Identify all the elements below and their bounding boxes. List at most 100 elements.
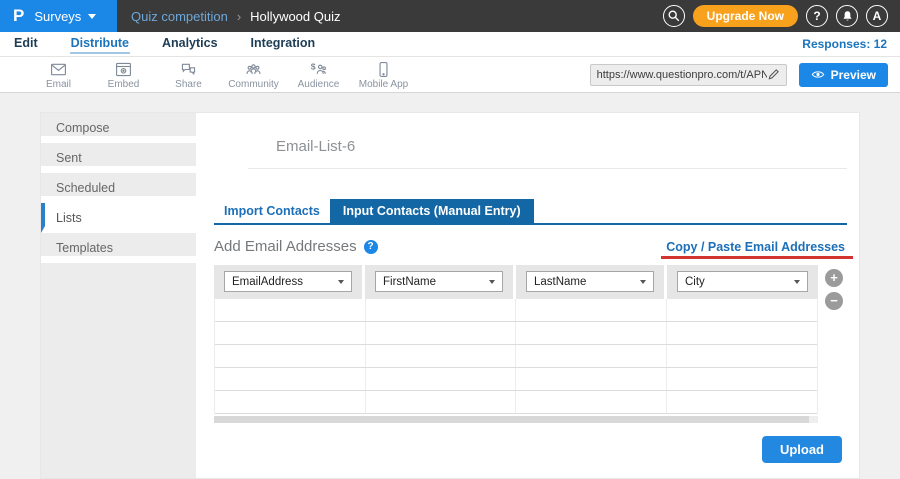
surveys-menu-label: Surveys bbox=[34, 9, 81, 24]
tab-input-contacts-manual-entry[interactable]: Input Contacts (Manual Entry) bbox=[330, 199, 534, 223]
responses-count[interactable]: Responses: 12 bbox=[802, 37, 887, 51]
table-row bbox=[215, 368, 817, 391]
table-cell[interactable] bbox=[516, 322, 667, 344]
search-icon[interactable] bbox=[663, 5, 685, 27]
table-cell[interactable] bbox=[366, 299, 517, 321]
table-cell[interactable] bbox=[366, 368, 517, 390]
add-emails-section-header: Add Email Addresses ? Copy / Paste Email… bbox=[214, 237, 847, 256]
scrollbar-thumb[interactable] bbox=[214, 416, 809, 423]
sidebar-item-lists[interactable]: Lists bbox=[41, 203, 196, 233]
toolbar-item-label: Embed bbox=[108, 79, 140, 90]
upgrade-now-button[interactable]: Upgrade Now bbox=[693, 5, 798, 27]
contacts-table-body bbox=[214, 299, 818, 414]
select-caret-icon bbox=[640, 280, 646, 284]
selected-option: City bbox=[685, 276, 705, 288]
sidebar-item-sent[interactable]: Sent bbox=[41, 143, 196, 173]
table-row bbox=[215, 345, 817, 368]
nav-item-distribute[interactable]: Distribute bbox=[70, 34, 130, 54]
table-cell[interactable] bbox=[667, 299, 818, 321]
table-cell[interactable] bbox=[516, 391, 667, 413]
email-sidebar: Compose Sent Scheduled Lists Templates bbox=[41, 113, 196, 478]
contacts-table: EmailAddress FirstName bbox=[214, 265, 818, 423]
preview-button-label: Preview bbox=[831, 68, 876, 82]
copy-paste-email-addresses-link[interactable]: Copy / Paste Email Addresses bbox=[666, 240, 845, 254]
mobile-app-icon bbox=[373, 60, 394, 79]
page-title: Email-List-6 bbox=[248, 138, 847, 155]
table-cell[interactable] bbox=[366, 322, 517, 344]
distribute-toolbar: Email Embed Share Community $ Audience M… bbox=[0, 57, 900, 93]
toolbar-item-email[interactable]: Email bbox=[26, 60, 91, 90]
table-cell[interactable] bbox=[667, 322, 818, 344]
search-glyph bbox=[667, 9, 681, 23]
table-cell[interactable] bbox=[215, 368, 366, 390]
toolbar-item-share[interactable]: Share bbox=[156, 60, 221, 90]
surveys-menu[interactable]: P Surveys bbox=[0, 0, 117, 32]
notifications-bell-icon[interactable] bbox=[836, 5, 858, 27]
preview-button[interactable]: Preview bbox=[799, 63, 888, 87]
add-row-button[interactable]: + bbox=[825, 269, 843, 287]
table-cell[interactable] bbox=[516, 299, 667, 321]
table-cell[interactable] bbox=[215, 299, 366, 321]
page-body: Compose Sent Scheduled Lists Templates E… bbox=[0, 93, 900, 469]
column-select-firstname[interactable]: FirstName bbox=[375, 271, 503, 292]
select-caret-icon bbox=[338, 280, 344, 284]
toolbar-item-label: Mobile App bbox=[359, 79, 408, 90]
section-title: Add Email Addresses bbox=[214, 238, 357, 255]
column-select-lastname[interactable]: LastName bbox=[526, 271, 654, 292]
table-cell[interactable] bbox=[215, 322, 366, 344]
nav-item-analytics[interactable]: Analytics bbox=[161, 34, 219, 54]
share-icon bbox=[178, 60, 199, 79]
table-row bbox=[215, 322, 817, 345]
table-row bbox=[215, 299, 817, 322]
survey-nav: Edit Distribute Analytics Integration Re… bbox=[0, 32, 900, 57]
sidebar-item-compose[interactable]: Compose bbox=[41, 113, 196, 143]
chevron-down-icon bbox=[88, 14, 96, 19]
column-header-cell: City bbox=[667, 265, 818, 299]
toolbar-item-mobile-app[interactable]: Mobile App bbox=[351, 60, 416, 90]
help-icon[interactable]: ? bbox=[806, 5, 828, 27]
toolbar-item-label: Email bbox=[46, 79, 71, 90]
selected-option: EmailAddress bbox=[232, 276, 303, 288]
table-cell[interactable] bbox=[215, 391, 366, 413]
toolbar-right: Preview bbox=[590, 63, 888, 87]
toolbar-item-label: Community bbox=[228, 79, 279, 90]
column-select-emailaddress[interactable]: EmailAddress bbox=[224, 271, 352, 292]
help-tooltip-icon[interactable]: ? bbox=[364, 240, 378, 254]
table-cell[interactable] bbox=[215, 345, 366, 367]
email-distribution-card: Compose Sent Scheduled Lists Templates E… bbox=[40, 112, 860, 479]
email-icon bbox=[48, 60, 69, 79]
table-cell[interactable] bbox=[366, 391, 517, 413]
sidebar-filler bbox=[41, 263, 196, 478]
table-cell[interactable] bbox=[667, 345, 818, 367]
header-actions: Upgrade Now ? A bbox=[663, 0, 900, 32]
selected-option: LastName bbox=[534, 276, 586, 288]
edit-pencil-icon[interactable] bbox=[767, 68, 780, 81]
toolbar-item-audience[interactable]: $ Audience bbox=[286, 60, 351, 90]
column-select-city[interactable]: City bbox=[677, 271, 808, 292]
tab-import-contacts[interactable]: Import Contacts bbox=[214, 199, 330, 223]
row-buttons: + − bbox=[825, 265, 843, 423]
upload-row: Upload bbox=[214, 436, 847, 463]
bell-glyph bbox=[841, 10, 854, 23]
contacts-table-header: EmailAddress FirstName bbox=[214, 265, 818, 299]
sidebar-item-scheduled[interactable]: Scheduled bbox=[41, 173, 196, 203]
table-cell[interactable] bbox=[516, 368, 667, 390]
list-title-block: Email-List-6 bbox=[248, 113, 847, 169]
selected-option: FirstName bbox=[383, 276, 436, 288]
table-cell[interactable] bbox=[667, 391, 818, 413]
nav-item-edit[interactable]: Edit bbox=[13, 34, 39, 54]
sidebar-item-templates[interactable]: Templates bbox=[41, 233, 196, 263]
table-cell[interactable] bbox=[366, 345, 517, 367]
table-cell[interactable] bbox=[516, 345, 667, 367]
upload-button[interactable]: Upload bbox=[762, 436, 842, 463]
toolbar-item-embed[interactable]: Embed bbox=[91, 60, 156, 90]
table-cell[interactable] bbox=[667, 368, 818, 390]
avatar[interactable]: A bbox=[866, 5, 888, 27]
toolbar-item-community[interactable]: Community bbox=[221, 60, 286, 90]
survey-url-input[interactable] bbox=[597, 69, 767, 81]
breadcrumb-parent[interactable]: Quiz competition bbox=[131, 9, 228, 24]
nav-item-integration[interactable]: Integration bbox=[250, 34, 317, 54]
list-detail-panel: Email-List-6 Import Contacts Input Conta… bbox=[196, 113, 859, 478]
contacts-tabs: Import Contacts Input Contacts (Manual E… bbox=[214, 199, 847, 225]
remove-row-button[interactable]: − bbox=[825, 292, 843, 310]
